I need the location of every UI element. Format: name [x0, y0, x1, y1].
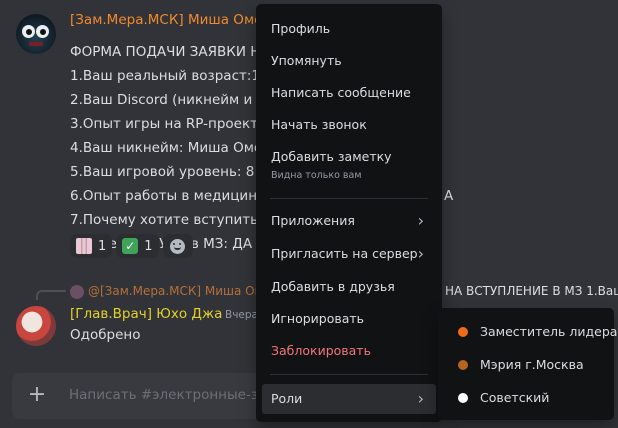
add-attachment-button[interactable]: + — [25, 383, 49, 407]
menu-item-add-note[interactable]: Добавить заметку — [262, 142, 436, 172]
menu-item-block[interactable]: Заблокировать — [262, 336, 436, 366]
menu-item-profile[interactable]: Профиль — [262, 14, 436, 44]
role-item[interactable]: Мэрия г.Москва — [446, 351, 606, 379]
reply-avatar — [70, 285, 84, 299]
avatar[interactable] — [16, 14, 56, 54]
reaction[interactable]: 1 — [70, 234, 113, 258]
message-line: ФОРМА ПОДАЧИ ЗАЯВКИ Н — [70, 44, 261, 60]
menu-item-add-friend[interactable]: Добавить в друзья — [262, 272, 436, 302]
menu-separator — [270, 198, 428, 199]
book-icon — [76, 238, 92, 254]
reaction-count: 1 — [144, 238, 153, 254]
message-line: 2.Ваш Discord (никнейм и те — [70, 92, 273, 108]
reactions-bar: 1 ✓ 1 — [70, 234, 193, 258]
menu-item-note-subtitle: Видна только вам — [271, 170, 362, 181]
role-item[interactable]: Советский — [446, 384, 606, 412]
role-color-dot — [458, 327, 468, 337]
reaction[interactable]: ✓ 1 — [116, 234, 159, 258]
message-text: Одобрено — [70, 327, 141, 343]
message-line: 1.Ваш реальный возраст:15 — [70, 68, 269, 84]
menu-item-message[interactable]: Написать сообщение — [262, 78, 436, 108]
check-mark-icon: ✓ — [122, 238, 139, 254]
message-author[interactable]: [Глав.Врач] Юхо Джа — [70, 306, 222, 322]
reply-spine — [36, 290, 66, 300]
smile-icon — [170, 238, 186, 254]
avatar[interactable] — [16, 306, 56, 346]
roles-submenu: Заместитель лидера Мэрия г.Москва Советс… — [438, 308, 617, 420]
message-author[interactable]: [Зам.Мера.МСК] Миша Омон — [70, 12, 271, 28]
message-line: 6.Опыт работы в медицинск — [70, 188, 273, 204]
menu-item-apps[interactable]: Приложения › — [262, 206, 436, 236]
reply-author[interactable]: @[Зам.Мера.МСК] Миша Омон — [88, 284, 279, 298]
menu-item-roles[interactable]: Роли › — [262, 384, 436, 414]
reaction-count: 1 — [98, 238, 107, 254]
message-line-tail: А — [444, 188, 454, 204]
message-line: 7.Почему хотите вступить в — [70, 212, 271, 228]
menu-item-invite[interactable]: Пригласить на сервер › — [262, 239, 436, 269]
role-color-dot — [458, 360, 468, 370]
role-item[interactable]: Заместитель лидера — [446, 318, 617, 346]
menu-item-mention[interactable]: Упомянуть — [262, 46, 436, 76]
message-line: 5.Ваш игровой уровень: 8 — [70, 164, 255, 180]
menu-separator — [270, 374, 428, 375]
chevron-right-icon: › — [417, 211, 424, 230]
menu-item-call[interactable]: Начать звонок — [262, 110, 436, 140]
chevron-right-icon: › — [417, 389, 424, 408]
add-reaction-button[interactable] — [162, 234, 193, 258]
menu-item-ignore[interactable]: Игнорировать — [262, 304, 436, 334]
message-input[interactable]: Написать #электронные-за — [69, 387, 266, 403]
user-context-menu: Профиль Упомянуть Написать сообщение Нач… — [256, 4, 442, 422]
message-line: 3.Опыт игры на RP-проекта — [70, 116, 267, 132]
message-line: 4.Ваш никнейм: Миша Омон — [70, 140, 271, 156]
reply-preview[interactable]: НА ВСТУПЛЕНИЕ В МЗ 1.Ваш — [445, 284, 618, 298]
message-timestamp: Вчера — [225, 309, 258, 321]
role-color-dot — [458, 393, 468, 403]
chevron-right-icon: › — [417, 244, 424, 263]
